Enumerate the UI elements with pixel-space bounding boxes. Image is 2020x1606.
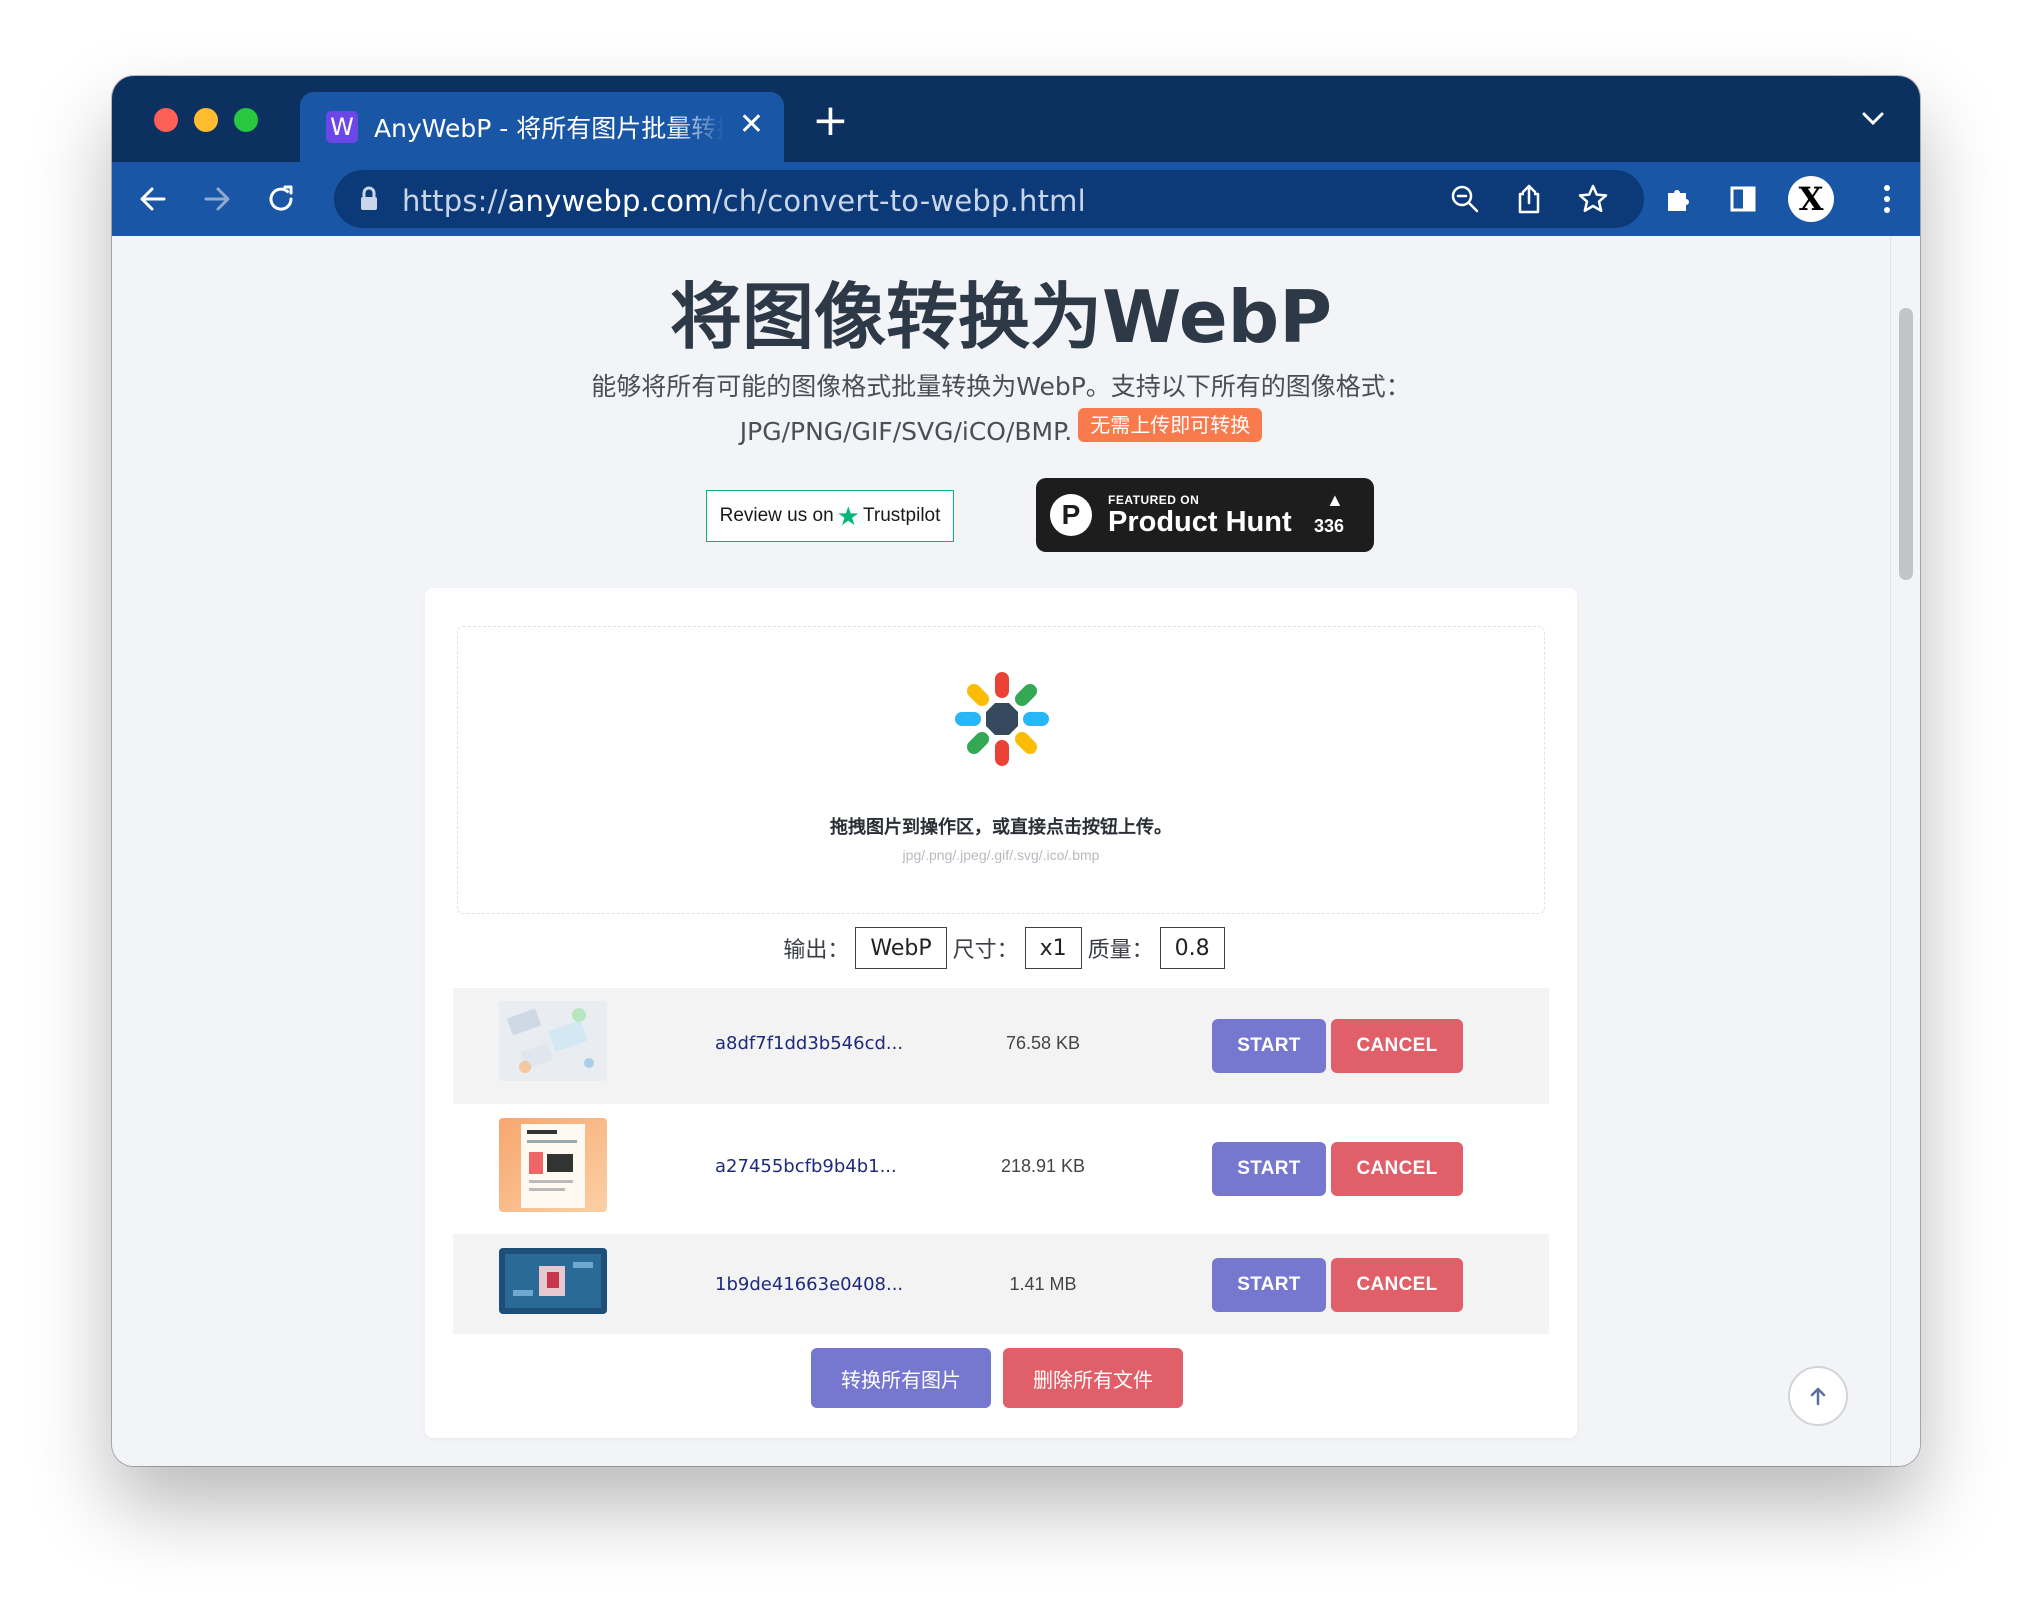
- tab-close-icon[interactable]: ✕: [739, 110, 764, 140]
- page-subtitle: 能够将所有可能的图像格式批量转换为WebP。支持以下所有的图像格式： JPG/P…: [112, 366, 1890, 453]
- page-title: 将图像转换为WebP: [670, 275, 1332, 359]
- forward-arrow-icon[interactable]: [198, 180, 236, 218]
- file-row: a8df7f1dd3b546cd... 76.58 KB START CANCE…: [453, 988, 1549, 1104]
- start-button[interactable]: START: [1212, 1142, 1326, 1196]
- file-size: 1.41 MB: [1009, 1274, 1077, 1294]
- star-icon[interactable]: [1576, 182, 1610, 216]
- dropzone-formats: jpg/.png/.jpeg/.gif/.svg/.ico/.bmp: [902, 847, 1100, 863]
- output-format-select[interactable]: WebP: [855, 927, 947, 969]
- quality-label: 质量：: [1087, 938, 1154, 963]
- lock-icon[interactable]: [358, 185, 380, 218]
- extensions-icon[interactable]: [1660, 180, 1698, 218]
- format-list: JPG/PNG/GIF/SVG/iCO/BMP.: [739, 417, 1073, 446]
- trustpilot-brand: Trustpilot: [862, 505, 941, 526]
- back-to-top-button[interactable]: [1788, 1366, 1848, 1426]
- zoom-icon[interactable]: [1448, 182, 1482, 216]
- delete-all-button[interactable]: 删除所有文件: [1003, 1348, 1183, 1408]
- tab-strip: W AnyWebP - 将所有图片批量转换 ✕ +: [112, 76, 1920, 162]
- cancel-button[interactable]: CANCEL: [1331, 1019, 1463, 1073]
- no-upload-badge: 无需上传即可转换: [1078, 408, 1263, 442]
- page-scrollbar[interactable]: [1890, 236, 1920, 1466]
- file-name: 1b9de41663e0408...: [715, 1274, 904, 1295]
- url-text[interactable]: https://anywebp.com/ch/convert-to-webp.h…: [402, 184, 1086, 218]
- cancel-button[interactable]: CANCEL: [1331, 1258, 1463, 1312]
- size-label: 尺寸：: [952, 938, 1019, 963]
- file-list: a8df7f1dd3b546cd... 76.58 KB START CANCE…: [453, 988, 1549, 1334]
- size-select[interactable]: x1: [1024, 927, 1082, 969]
- trustpilot-star-icon: ★: [836, 500, 860, 531]
- address-bar[interactable]: https://anywebp.com/ch/convert-to-webp.h…: [334, 170, 1644, 228]
- new-tab-button[interactable]: +: [812, 99, 849, 143]
- quality-input[interactable]: 0.8: [1159, 927, 1225, 969]
- close-window-button[interactable]: [154, 108, 178, 132]
- profile-avatar[interactable]: X: [1788, 176, 1834, 222]
- upload-dropzone[interactable]: 拖拽图片到操作区，或直接点击按钮上传。 jpg/.png/.jpeg/.gif/…: [457, 626, 1545, 914]
- maximize-window-button[interactable]: [234, 108, 258, 132]
- dropzone-instruction: 拖拽图片到操作区，或直接点击按钮上传。: [830, 817, 1172, 838]
- output-label: 输出：: [783, 938, 850, 963]
- browser-window: W AnyWebP - 将所有图片批量转换 ✕ + https://anyweb…: [112, 76, 1920, 1466]
- reload-icon[interactable]: [262, 180, 300, 218]
- file-name: a27455bcfb9b4b1...: [715, 1156, 897, 1177]
- file-row: 1b9de41663e0408... 1.41 MB START CANCEL: [453, 1234, 1549, 1334]
- converter-panel: 拖拽图片到操作区，或直接点击按钮上传。 jpg/.png/.jpeg/.gif/…: [425, 588, 1577, 1438]
- conversion-options: 输出： WebP 尺寸： x1 质量： 0.8: [425, 926, 1577, 970]
- subtitle-line-1: 能够将所有可能的图像格式批量转换为WebP。支持以下所有的图像格式：: [591, 372, 1411, 401]
- upvote-count: 336: [1314, 516, 1345, 536]
- file-row: a27455bcfb9b4b1... 218.91 KB START CANCE…: [453, 1104, 1549, 1234]
- file-name: a8df7f1dd3b546cd...: [715, 1033, 904, 1054]
- start-button[interactable]: START: [1212, 1019, 1326, 1073]
- producthunt-featured-label: FEATURED ON: [1108, 493, 1200, 507]
- producthunt-badge[interactable]: P FEATURED ON Product Hunt ▲ 336: [1036, 478, 1374, 552]
- share-icon[interactable]: [1512, 182, 1546, 216]
- sidepanel-icon[interactable]: [1724, 180, 1762, 218]
- page-content: 将图像转换为WebP 能够将所有可能的图像格式批量转换为WebP。支持以下所有的…: [112, 236, 1920, 1466]
- tab-title: AnyWebP - 将所有图片批量转换: [374, 114, 724, 143]
- subtitle-line-2: JPG/PNG/GIF/SVG/iCO/BMP. 无需上传即可转换: [112, 408, 1890, 453]
- browser-toolbar: https://anywebp.com/ch/convert-to-webp.h…: [112, 162, 1920, 236]
- trustpilot-button[interactable]: Review us on ★ Trustpilot: [706, 490, 954, 542]
- upvote-arrow-icon: ▲: [1326, 490, 1344, 510]
- scrollbar-thumb[interactable]: [1899, 308, 1913, 580]
- start-button[interactable]: START: [1212, 1258, 1326, 1312]
- producthunt-logo-icon: P: [1050, 494, 1092, 536]
- minimize-window-button[interactable]: [194, 108, 218, 132]
- file-size: 218.91 KB: [1000, 1156, 1086, 1176]
- active-tab[interactable]: W AnyWebP - 将所有图片批量转换 ✕: [300, 92, 784, 162]
- tab-favicon: W: [326, 111, 358, 143]
- anywebp-logo-icon: [952, 669, 1052, 774]
- file-size: 76.58 KB: [1005, 1033, 1081, 1053]
- cancel-button[interactable]: CANCEL: [1331, 1142, 1463, 1196]
- back-arrow-icon[interactable]: [134, 180, 172, 218]
- convert-all-button[interactable]: 转换所有图片: [811, 1348, 991, 1408]
- producthunt-name: Product Hunt: [1108, 506, 1292, 538]
- tab-menu-chevron-icon[interactable]: [1862, 112, 1884, 131]
- file-thumbnail: [499, 1118, 607, 1212]
- more-icon[interactable]: [1868, 180, 1906, 218]
- file-thumbnail: [499, 1248, 607, 1314]
- trustpilot-prefix: Review us on: [719, 505, 834, 526]
- file-thumbnail: [499, 1001, 607, 1081]
- arrow-up-icon: [1810, 1387, 1826, 1406]
